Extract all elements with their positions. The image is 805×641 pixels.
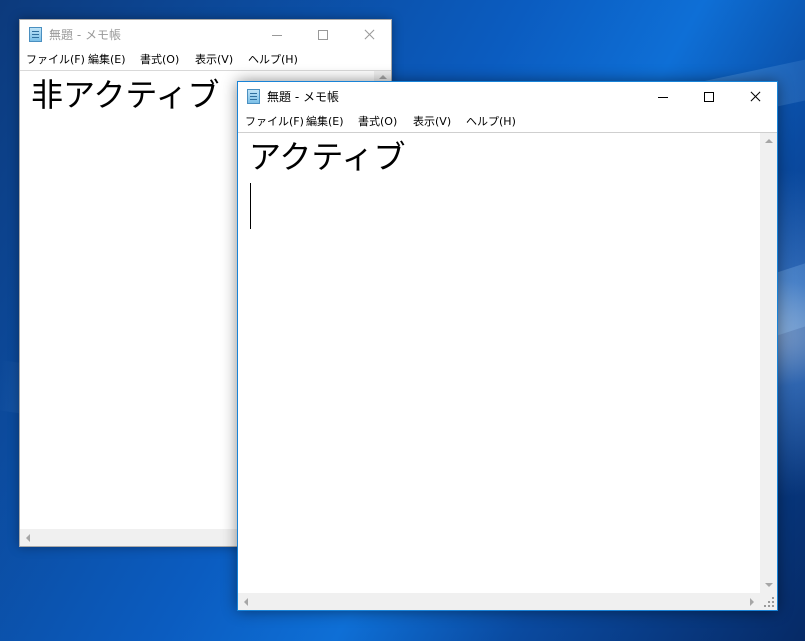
scroll-up-arrow-icon[interactable] bbox=[765, 139, 773, 143]
menu-edit[interactable]: 編集(E) bbox=[305, 114, 345, 130]
menu-format[interactable]: 書式(O) bbox=[139, 52, 180, 68]
horizontal-scrollbar[interactable] bbox=[238, 593, 760, 610]
close-button[interactable] bbox=[732, 82, 778, 112]
title-bar[interactable]: 無題 - メモ帳 bbox=[238, 82, 777, 112]
notepad-window-active[interactable]: 無題 - メモ帳 ファイル(F) 編集(E) 書式(O) 表示(V) ヘルプ(H… bbox=[237, 81, 778, 611]
resize-grip-icon[interactable] bbox=[760, 593, 777, 610]
window-title: 無題 - メモ帳 bbox=[49, 28, 121, 42]
maximize-button[interactable] bbox=[686, 82, 732, 112]
menu-view[interactable]: 表示(V) bbox=[412, 114, 452, 130]
maximize-button[interactable] bbox=[300, 20, 346, 50]
scroll-down-arrow-icon[interactable] bbox=[765, 583, 773, 587]
menu-bar: ファイル(F) 編集(E) 書式(O) 表示(V) ヘルプ(H) bbox=[238, 112, 777, 132]
menu-format[interactable]: 書式(O) bbox=[357, 114, 398, 130]
menu-bar: ファイル(F) 編集(E) 書式(O) 表示(V) ヘルプ(H) bbox=[20, 50, 391, 70]
menu-view[interactable]: 表示(V) bbox=[194, 52, 234, 68]
scroll-up-arrow-icon[interactable] bbox=[379, 75, 387, 79]
text-caret bbox=[250, 183, 251, 229]
scroll-left-arrow-icon[interactable] bbox=[26, 534, 30, 542]
menu-help[interactable]: ヘルプ(H) bbox=[465, 114, 517, 130]
title-bar[interactable]: 無題 - メモ帳 bbox=[20, 20, 391, 50]
document-text: 非アクティブ bbox=[31, 76, 220, 114]
menu-help[interactable]: ヘルプ(H) bbox=[247, 52, 299, 68]
vertical-scrollbar[interactable] bbox=[760, 133, 777, 593]
scroll-left-arrow-icon[interactable] bbox=[244, 598, 248, 606]
menu-edit[interactable]: 編集(E) bbox=[87, 52, 127, 68]
minimize-button[interactable] bbox=[254, 20, 300, 50]
menu-file[interactable]: ファイル(F) bbox=[25, 52, 86, 68]
scroll-right-arrow-icon[interactable] bbox=[750, 598, 754, 606]
close-button[interactable] bbox=[346, 20, 392, 50]
text-edit-area[interactable]: アクティブ bbox=[238, 132, 777, 610]
document-text: アクティブ bbox=[249, 138, 406, 176]
notepad-icon[interactable] bbox=[29, 27, 42, 42]
minimize-button[interactable] bbox=[640, 82, 686, 112]
window-title: 無題 - メモ帳 bbox=[267, 90, 339, 104]
menu-file[interactable]: ファイル(F) bbox=[244, 114, 305, 130]
notepad-icon[interactable] bbox=[247, 89, 260, 104]
